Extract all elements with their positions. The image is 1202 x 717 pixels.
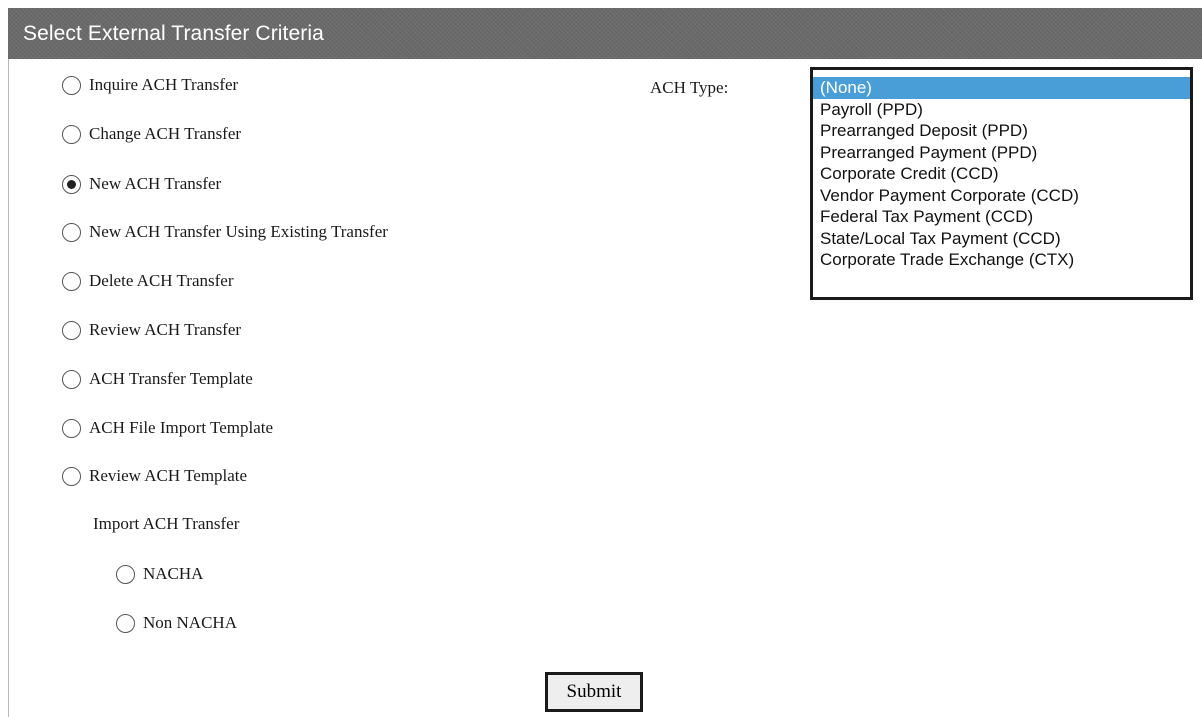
radio-button[interactable]	[62, 418, 81, 438]
radio-button[interactable]	[62, 369, 81, 389]
ach-type-option-prearranged-payment[interactable]: Prearranged Payment (PPD)	[813, 142, 1190, 164]
ach-type-option-payroll[interactable]: Payroll (PPD)	[813, 99, 1190, 121]
option-change-ach-transfer[interactable]: Change ACH Transfer	[62, 123, 241, 145]
ach-type-label: ACH Type:	[650, 78, 729, 97]
option-label: ACH File Import Template	[89, 418, 274, 437]
ach-type-option-prearranged-deposit[interactable]: Prearranged Deposit (PPD)	[813, 120, 1190, 142]
option-review-ach-transfer[interactable]: Review ACH Transfer	[62, 319, 241, 341]
option-label: New ACH Transfer	[89, 174, 222, 193]
radio-button[interactable]	[62, 320, 81, 340]
option-inquire-ach-transfer[interactable]: Inquire ACH Transfer	[62, 74, 238, 96]
option-non-nacha[interactable]: Non NACHA	[116, 612, 237, 634]
option-label: ACH Transfer Template	[89, 369, 253, 388]
ach-type-option-state-local-tax[interactable]: State/Local Tax Payment (CCD)	[813, 228, 1190, 250]
import-ach-transfer-label: Import ACH Transfer	[93, 514, 240, 533]
option-delete-ach-transfer[interactable]: Delete ACH Transfer	[62, 270, 233, 292]
option-new-ach-transfer[interactable]: New ACH Transfer	[62, 173, 221, 195]
option-label: Non NACHA	[143, 613, 237, 632]
ach-type-option-federal-tax[interactable]: Federal Tax Payment (CCD)	[813, 206, 1190, 228]
ach-type-option-corporate-trade-exchange[interactable]: Corporate Trade Exchange (CTX)	[813, 249, 1190, 271]
option-ach-transfer-template[interactable]: ACH Transfer Template	[62, 368, 253, 390]
page-header: Select External Transfer Criteria	[8, 8, 1202, 59]
option-label: Delete ACH Transfer	[89, 271, 234, 290]
option-label: Review ACH Transfer	[89, 320, 242, 339]
submit-button[interactable]: Submit	[545, 672, 643, 712]
option-ach-file-import-template[interactable]: ACH File Import Template	[62, 417, 273, 439]
option-label: Review ACH Template	[89, 466, 248, 485]
radio-button[interactable]	[62, 75, 81, 95]
option-label: New ACH Transfer Using Existing Transfer	[89, 222, 388, 241]
ach-type-option-none[interactable]: (None)	[813, 77, 1190, 99]
radio-button[interactable]	[62, 124, 81, 144]
ach-type-listbox[interactable]: (None) Payroll (PPD) Prearranged Deposit…	[810, 67, 1193, 300]
radio-button[interactable]	[62, 271, 81, 291]
page-title: Select External Transfer Criteria	[23, 22, 324, 45]
option-new-ach-transfer-using-existing[interactable]: New ACH Transfer Using Existing Transfer	[62, 221, 388, 243]
radio-button[interactable]	[116, 564, 135, 584]
radio-button-selected[interactable]	[62, 174, 81, 194]
option-label: NACHA	[143, 564, 204, 583]
radio-button[interactable]	[62, 466, 81, 486]
radio-button[interactable]	[116, 613, 135, 633]
option-nacha[interactable]: NACHA	[116, 563, 203, 585]
option-review-ach-template[interactable]: Review ACH Template	[62, 465, 247, 487]
ach-type-option-vendor-payment[interactable]: Vendor Payment Corporate (CCD)	[813, 185, 1190, 207]
radio-button[interactable]	[62, 222, 81, 242]
option-label: Inquire ACH Transfer	[89, 75, 239, 94]
option-label: Change ACH Transfer	[89, 124, 242, 143]
ach-type-option-corporate-credit[interactable]: Corporate Credit (CCD)	[813, 163, 1190, 185]
